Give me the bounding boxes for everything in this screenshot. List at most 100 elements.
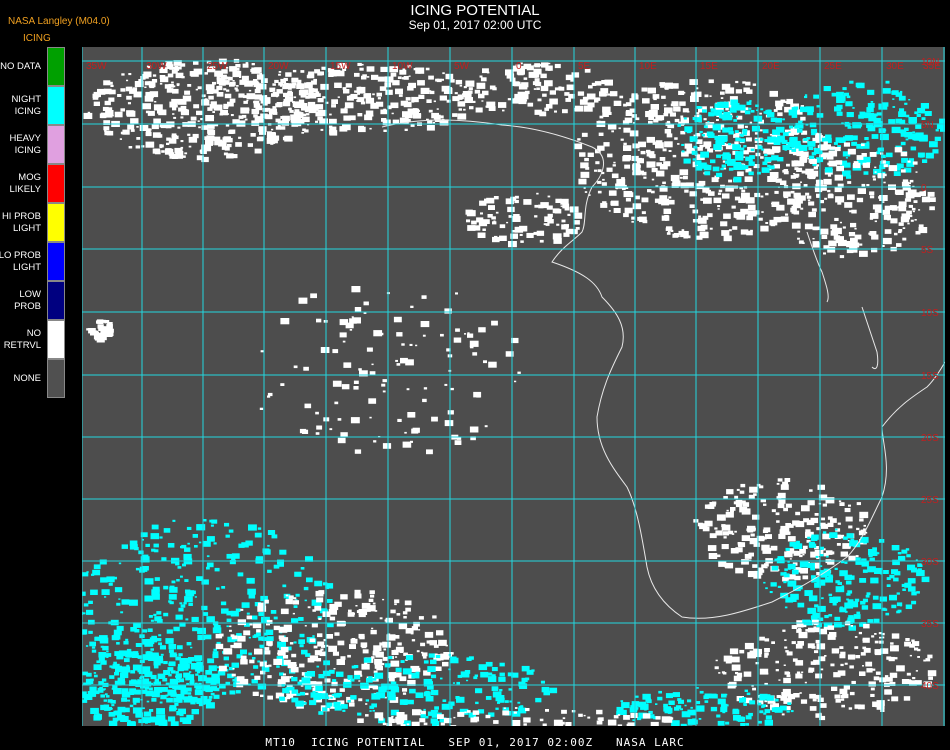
cloud-pixel [772, 148, 780, 153]
cloud-pixel [720, 221, 728, 227]
cloud-pixel [716, 172, 723, 178]
cloud-pixel [733, 176, 742, 183]
cloud-pixel [623, 191, 633, 198]
cloud-pixel [391, 112, 394, 115]
cloud-pixel [904, 198, 910, 202]
cloud-pixel [358, 368, 362, 371]
cloud-pixel [908, 99, 911, 101]
cloud-pixel [243, 100, 248, 104]
cloud-pixel [918, 134, 928, 141]
product-label: ICING [23, 33, 51, 44]
cloud-pixel [259, 95, 268, 101]
cloud-pixel [764, 157, 772, 162]
cloud-pixel [741, 559, 749, 565]
cloud-pixel [309, 638, 316, 643]
cloud-pixel [898, 555, 906, 561]
cloud-pixel [890, 642, 894, 645]
cloud-pixel [368, 676, 373, 680]
cloud-pixel [480, 212, 483, 215]
cloud-pixel [187, 84, 192, 87]
cloud-pixel [611, 130, 614, 133]
cloud-pixel [750, 148, 755, 152]
cloud-pixel [317, 641, 325, 647]
cloud-pixel [680, 115, 684, 118]
cloud-pixel [458, 108, 462, 111]
cloud-pixel [166, 629, 173, 634]
cloud-pixel [849, 210, 852, 213]
cloud-pixel [762, 704, 766, 707]
cloud-pixel [562, 203, 570, 209]
cloud-pixel [543, 74, 546, 77]
cloud-pixel [618, 127, 621, 130]
cloud-pixel [276, 102, 283, 107]
cloud-pixel [584, 191, 588, 193]
cloud-pixel [878, 103, 888, 110]
cloud-pixel [514, 195, 519, 199]
cloud-pixel [244, 118, 248, 121]
cloud-pixel [104, 596, 107, 598]
cloud-pixel [870, 577, 879, 584]
cloud-pixel [722, 531, 729, 536]
cloud-pixel [873, 676, 880, 681]
cloud-pixel [841, 624, 845, 627]
cloud-pixel [696, 687, 699, 689]
cloud-pixel [748, 171, 754, 176]
cloud-pixel [761, 148, 765, 151]
cloud-pixel [872, 178, 876, 181]
cloud-pixel [781, 692, 788, 697]
cloud-pixel [630, 712, 638, 718]
cloud-pixel [329, 113, 332, 116]
cloud-pixel [388, 656, 393, 659]
cloud-pixel [209, 104, 217, 109]
cloud-pixel [867, 89, 875, 95]
cloud-pixel [649, 154, 656, 159]
cloud-pixel [166, 66, 171, 69]
cloud-pixel [246, 93, 256, 100]
cloud-pixel [248, 89, 252, 92]
cloud-pixel [773, 158, 776, 160]
cloud-pixel [149, 91, 159, 98]
cloud-pixel [139, 125, 149, 131]
cloud-pixel [742, 502, 750, 507]
cloud-pixel [130, 679, 137, 684]
cloud-pixel [534, 204, 539, 208]
cloud-pixel [425, 690, 430, 694]
cloud-pixel [798, 145, 808, 152]
cloud-pixel [148, 615, 153, 618]
cloud-pixel [866, 668, 873, 673]
cloud-pixel [278, 73, 281, 76]
cloud-pixel [789, 558, 792, 560]
cloud-pixel [554, 110, 557, 113]
cloud-pixel [745, 156, 752, 162]
cloud-pixel [196, 661, 203, 667]
cloud-pixel [196, 671, 201, 674]
cloud-pixel [720, 97, 724, 99]
cloud-pixel [278, 626, 288, 633]
cloud-pixel [322, 96, 326, 99]
cloud-pixel [467, 333, 474, 338]
legend-item-mog-likely: MOG LIKELY [0, 164, 65, 203]
cloud-pixel [363, 93, 372, 99]
cloud-pixel [99, 324, 104, 328]
cloud-pixel [283, 98, 289, 103]
cloud-pixel [642, 219, 648, 224]
cloud-pixel [444, 383, 448, 386]
cloud-pixel [857, 188, 866, 194]
cloud-pixel [102, 106, 109, 111]
cloud-pixel [751, 527, 756, 531]
cloud-pixel [452, 682, 455, 684]
cloud-pixel [183, 672, 191, 678]
legend-label: HEAVY ICING [9, 132, 41, 156]
cloud-pixel [349, 329, 353, 331]
cloud-pixel [355, 605, 358, 607]
cloud-pixel [434, 709, 439, 713]
cloud-pixel [152, 74, 157, 77]
cloud-pixel [777, 157, 784, 162]
cloud-pixel [844, 92, 849, 97]
cloud-pixel [447, 410, 454, 415]
cloud-pixel [732, 144, 741, 150]
cloud-pixel [795, 673, 803, 679]
cloud-pixel [315, 411, 319, 415]
cloud-pixel [596, 709, 603, 715]
cloud-pixel [435, 655, 441, 659]
